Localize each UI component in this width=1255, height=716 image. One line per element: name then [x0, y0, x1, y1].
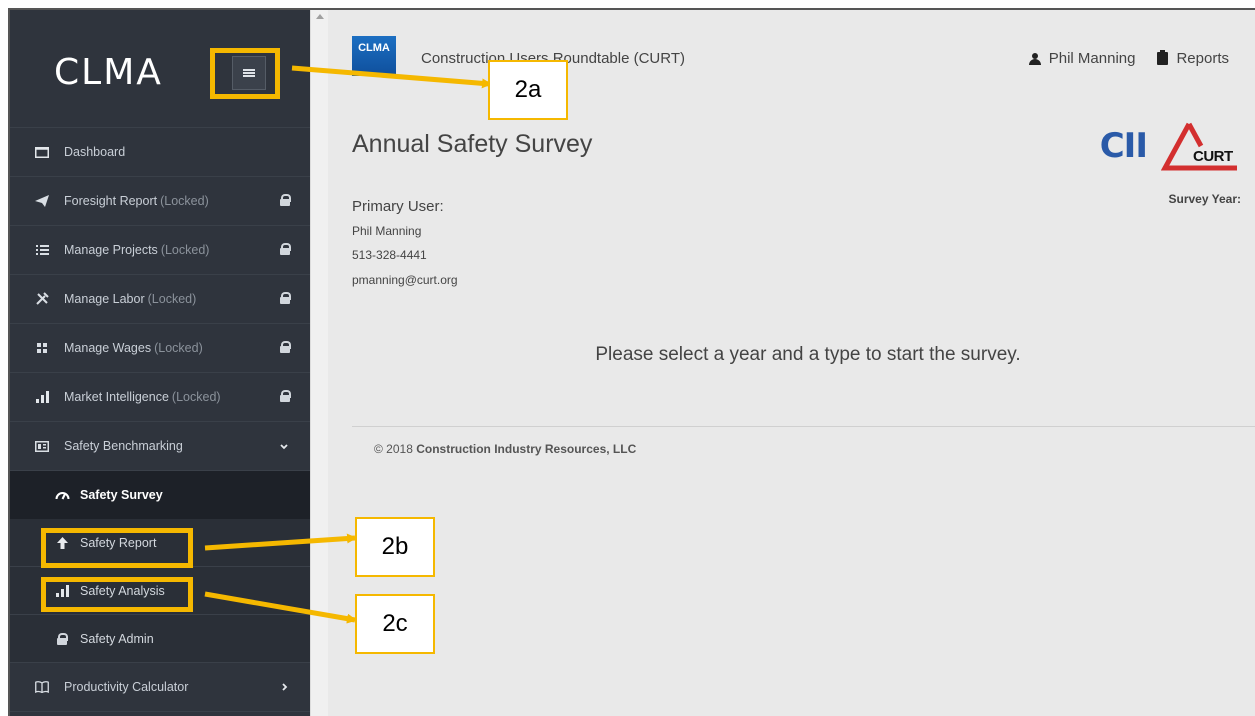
sidebar-item-label: Productivity Calculator: [64, 680, 189, 694]
user-name: Phil Manning: [1048, 50, 1136, 67]
survey-year-label: Survey Year:: [1168, 192, 1242, 206]
sidebar-item-label: Manage Projects: [64, 243, 158, 257]
highlight-box-safety-report: [41, 528, 193, 568]
footer: © 2018 Construction Industry Resources, …: [374, 442, 636, 456]
grid-icon: [32, 341, 52, 355]
sidebar-item-market-intelligence[interactable]: Market Intelligence (Locked): [10, 373, 310, 422]
sidebar-item-label: Manage Labor: [64, 292, 145, 306]
sidebar-scrollbar[interactable]: [310, 10, 328, 716]
locked-label: (Locked): [171, 390, 221, 404]
callout-2a: 2a: [488, 60, 568, 120]
locked-label: (Locked): [160, 194, 209, 208]
highlight-box-safety-analysis: [41, 577, 193, 612]
sidebar-subitem-label: Safety Survey: [80, 488, 163, 502]
sidebar-item-productivity-calculator[interactable]: Productivity Calculator: [10, 663, 310, 712]
sidebar-subitem-safety-admin[interactable]: Safety Admin: [10, 615, 310, 663]
sidebar-item-manage-projects[interactable]: Manage Projects (Locked): [10, 226, 310, 275]
user-menu-link[interactable]: Phil Manning: [1028, 50, 1136, 67]
sidebar-item-manage-labor[interactable]: Manage Labor (Locked): [10, 275, 310, 324]
sidebar-item-label: Foresight Report: [64, 194, 158, 208]
tools-icon: [32, 292, 52, 306]
sidebar-item-manage-wages[interactable]: Manage Wages (Locked): [10, 324, 310, 373]
main-content: CLMA Construction Users Roundtable (CURT…: [329, 10, 1255, 716]
sidebar-item-label: Market Intelligence: [64, 390, 169, 404]
sidebar-item-label: Manage Wages: [64, 341, 152, 355]
list-icon: [32, 243, 52, 257]
footer-copyright: © 2018: [374, 442, 413, 456]
user-icon: [1028, 52, 1041, 65]
locked-label: (Locked): [147, 292, 197, 306]
org-logo: CLMA: [352, 36, 396, 76]
curt-logo-text: CURT: [1193, 148, 1233, 165]
sidebar-item-foresight-report[interactable]: Foresight Report (Locked): [10, 177, 310, 226]
reports-label: Reports: [1176, 50, 1229, 67]
paper-plane-icon: [32, 194, 52, 208]
lock-icon: [280, 243, 291, 258]
primary-user-phone: 513-328-4441: [352, 248, 427, 262]
primary-user-label: Primary User:: [352, 198, 444, 215]
app-window: CLMA Dashboard Foresight Report (Locked)…: [8, 8, 1255, 716]
lock-icon: [280, 390, 291, 405]
highlight-box-menu-toggle: [210, 48, 280, 99]
lock-icon: [280, 194, 291, 209]
callout-2b: 2b: [355, 517, 435, 577]
reports-link[interactable]: Reports: [1157, 50, 1229, 67]
gauge-icon: [54, 488, 70, 502]
lock-icon: [280, 292, 291, 307]
chevron-right-icon: [282, 680, 288, 694]
page-title: Annual Safety Survey: [352, 130, 593, 158]
cii-logo: CII: [1099, 126, 1148, 166]
sidebar-item-safety-benchmarking[interactable]: Safety Benchmarking: [10, 422, 310, 471]
clma-logo: CLMA: [54, 52, 163, 93]
sidebar-item-label: Safety Benchmarking: [64, 439, 183, 453]
locked-label: (Locked): [154, 341, 203, 355]
sidebar-subitem-label: Safety Admin: [80, 631, 154, 646]
monitor-icon: [32, 145, 52, 159]
sidebar-item-label: Dashboard: [64, 145, 126, 159]
book-icon: [32, 680, 52, 694]
clipboard-icon: [1157, 50, 1169, 65]
locked-label: (Locked): [160, 243, 210, 257]
footer-company: Construction Industry Resources, LLC: [416, 442, 637, 456]
primary-user-name: Phil Manning: [352, 224, 422, 238]
scroll-up-arrow-icon[interactable]: [316, 14, 324, 19]
sidebar-subitem-safety-survey[interactable]: Safety Survey: [10, 471, 310, 519]
lock-icon: [280, 341, 291, 356]
lock-icon: [54, 632, 70, 646]
sidebar-item-dashboard[interactable]: Dashboard: [10, 128, 310, 177]
primary-user-email: pmanning@curt.org: [352, 273, 458, 287]
top-nav: Phil Manning Reports: [1028, 50, 1229, 67]
chevron-down-icon: [280, 439, 288, 453]
callout-2c: 2c: [355, 594, 435, 654]
footer-divider: [352, 426, 1255, 427]
bar-chart-icon: [32, 390, 52, 404]
curt-logo: CURT: [1160, 120, 1241, 172]
newspaper-icon: [32, 439, 52, 453]
survey-prompt: Please select a year and a type to start…: [595, 344, 1021, 365]
